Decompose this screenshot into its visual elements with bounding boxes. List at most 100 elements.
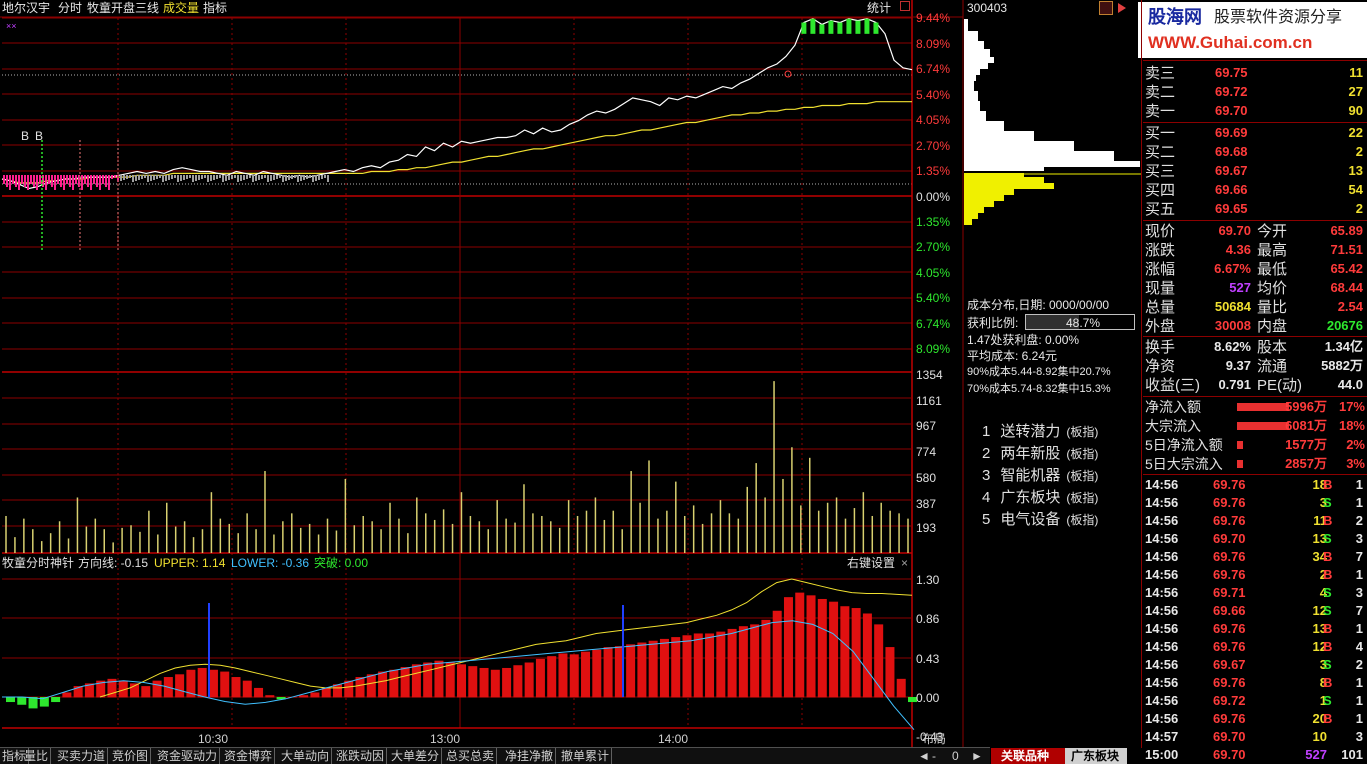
stat-value: 65.42 [1330,261,1363,276]
flow-pct: 18% [1338,418,1365,433]
panel-divider [1143,60,1367,61]
tick-volume: 527 [1305,747,1327,762]
indicator-bar [479,667,489,698]
pct-label: 0.00% [916,190,951,204]
close-indicator-icon[interactable]: × [901,557,908,569]
bottom-tab[interactable]: 总买总卖 [444,748,498,764]
fund-label: 流通 [1257,358,1288,375]
indicator-title[interactable]: 牧童开盘三线 [87,2,159,14]
indicator-bar [524,662,534,698]
fund-label: 换手 [1145,339,1176,356]
stat-value: 6.67% [1214,261,1251,276]
indicator-bar [795,592,805,698]
stats-button[interactable]: 统计 [867,2,891,14]
layout-button[interactable]: 布局 [922,733,946,745]
signal-circle [784,70,792,78]
bottom-tab[interactable]: 撤单累计 [559,748,613,764]
report-icon[interactable] [1099,1,1113,15]
ask-row[interactable]: 卖二 69.72 27 [1143,83,1367,102]
sector-item[interactable]: 5 电气设备 (板指) [982,508,1098,530]
stat-value: 71.51 [1330,242,1363,257]
sector-item[interactable]: 4 广东板块 (板指) [982,486,1098,508]
bottom-tab[interactable]: 大单动向 [279,748,333,764]
pct-label: 4.05% [916,266,951,280]
ask-price: 69.75 [1215,65,1248,80]
cost-70: 70%成本5.74-8.32集中15.3% [967,383,1111,395]
volume-axis-label: 387 [916,497,937,511]
bottom-tab[interactable]: 资金博弈 [222,748,276,764]
pct-label: 5.40% [916,88,951,102]
sector-item[interactable]: 2 两年新股 (板指) [982,442,1098,464]
prev-arrow-icon[interactable]: ◄ [918,750,930,762]
indicator-bar [423,662,433,698]
indicator-bar [378,671,388,698]
minus-button[interactable]: - [932,750,936,762]
panel-divider [1143,122,1367,123]
indicator-bar [513,665,523,698]
ask-row[interactable]: 卖一 69.70 90 [1143,102,1367,121]
pct-label: 2.70% [916,139,951,153]
bid-row[interactable]: 买二 69.68 2 [1143,143,1367,162]
tick-count: 101 [1341,747,1363,762]
ask-row[interactable]: 卖三 69.75 11 [1143,64,1367,83]
panel-toggle-icon[interactable] [900,1,910,11]
bottom-tab[interactable]: 净挂净撤 [503,748,557,764]
avg-cost: 平均成本: 6.24元 [967,349,1058,363]
tick-row: 15:00 69.70 527 101 [1143,746,1367,764]
bottom-tab[interactable]: 竞价图 [110,748,152,764]
volume-axis-label: 1354 [916,368,943,382]
stat-label: 现价 [1145,223,1176,240]
indicator-bar [411,664,421,698]
indicator-bar [175,674,185,698]
stat-value: 30008 [1214,318,1251,333]
volume-axis-label: 580 [916,471,937,485]
tick-time: 14:56 [1145,657,1179,672]
sector-tag: (板指) [1066,447,1099,461]
sector-tab[interactable]: 广东板块 [1065,748,1127,764]
ask-label: 卖一 [1145,103,1176,120]
tick-row: 14:56 69.76 2 B 1 [1143,566,1367,584]
bid-row[interactable]: 买一 69.69 22 [1143,124,1367,143]
sector-item[interactable]: 1 送转潜力 (板指) [982,420,1098,442]
bid-row[interactable]: 买三 69.67 13 [1143,162,1367,181]
sector-tag: (板指) [1066,425,1099,439]
bottom-tab[interactable]: 量比 [22,748,52,764]
quote-stat-row: 涨幅 6.67% 最低 65.42 [1143,260,1367,279]
stat-value: 50684 [1214,299,1251,314]
bid-row[interactable]: 买四 69.66 54 [1143,181,1367,200]
sector-name: 电气设备 [1000,511,1061,528]
tick-count: 1 [1355,675,1363,690]
bottom-tab[interactable]: 大单差分 [389,748,443,764]
related-tab[interactable]: 关联品种 [991,748,1065,764]
sector-item[interactable]: 3 智能机器 (板指) [982,464,1098,486]
bottom-tab[interactable]: 涨跌动因 [334,748,388,764]
marker-b-2: B [35,129,44,143]
volume-label[interactable]: 成交量 [163,2,199,14]
time-label-1030: 10:30 [198,732,229,746]
flag-icon[interactable] [1118,3,1126,13]
indicator-bar [806,595,816,698]
tick-time: 14:56 [1145,675,1179,690]
profit-ratio-label: 获利比例: [967,316,1019,330]
tick-row: 14:56 69.67 3 S 2 [1143,656,1367,674]
related-tab-label: 关联品种 [1001,749,1050,763]
right-click-settings[interactable]: 右键设置 [847,557,895,569]
indicator-bar [716,631,726,698]
indicator-bar [705,633,715,698]
tick-count: 1 [1355,711,1363,726]
next-arrow-icon[interactable]: ► [971,750,983,762]
mode-label[interactable]: 分时 [58,2,82,14]
bottom-tab[interactable]: 资金驱动力 [155,748,221,764]
indicator-bar [817,598,827,698]
bottom-tab[interactable]: 买卖力道 [55,748,109,764]
indicator-bar [389,669,399,698]
stat-value: 68.44 [1330,280,1363,295]
indicator-bar [750,624,760,698]
tick-time: 14:57 [1145,729,1179,744]
pct-label: 8.09% [916,37,951,51]
indicator-label[interactable]: 指标 [203,2,227,14]
bid-row[interactable]: 买五 69.65 2 [1143,200,1367,219]
tick-side: S [1323,603,1332,618]
tick-price: 69.76 [1213,621,1246,636]
watermark-slogan: 股票软件资源分享 [1214,9,1343,26]
